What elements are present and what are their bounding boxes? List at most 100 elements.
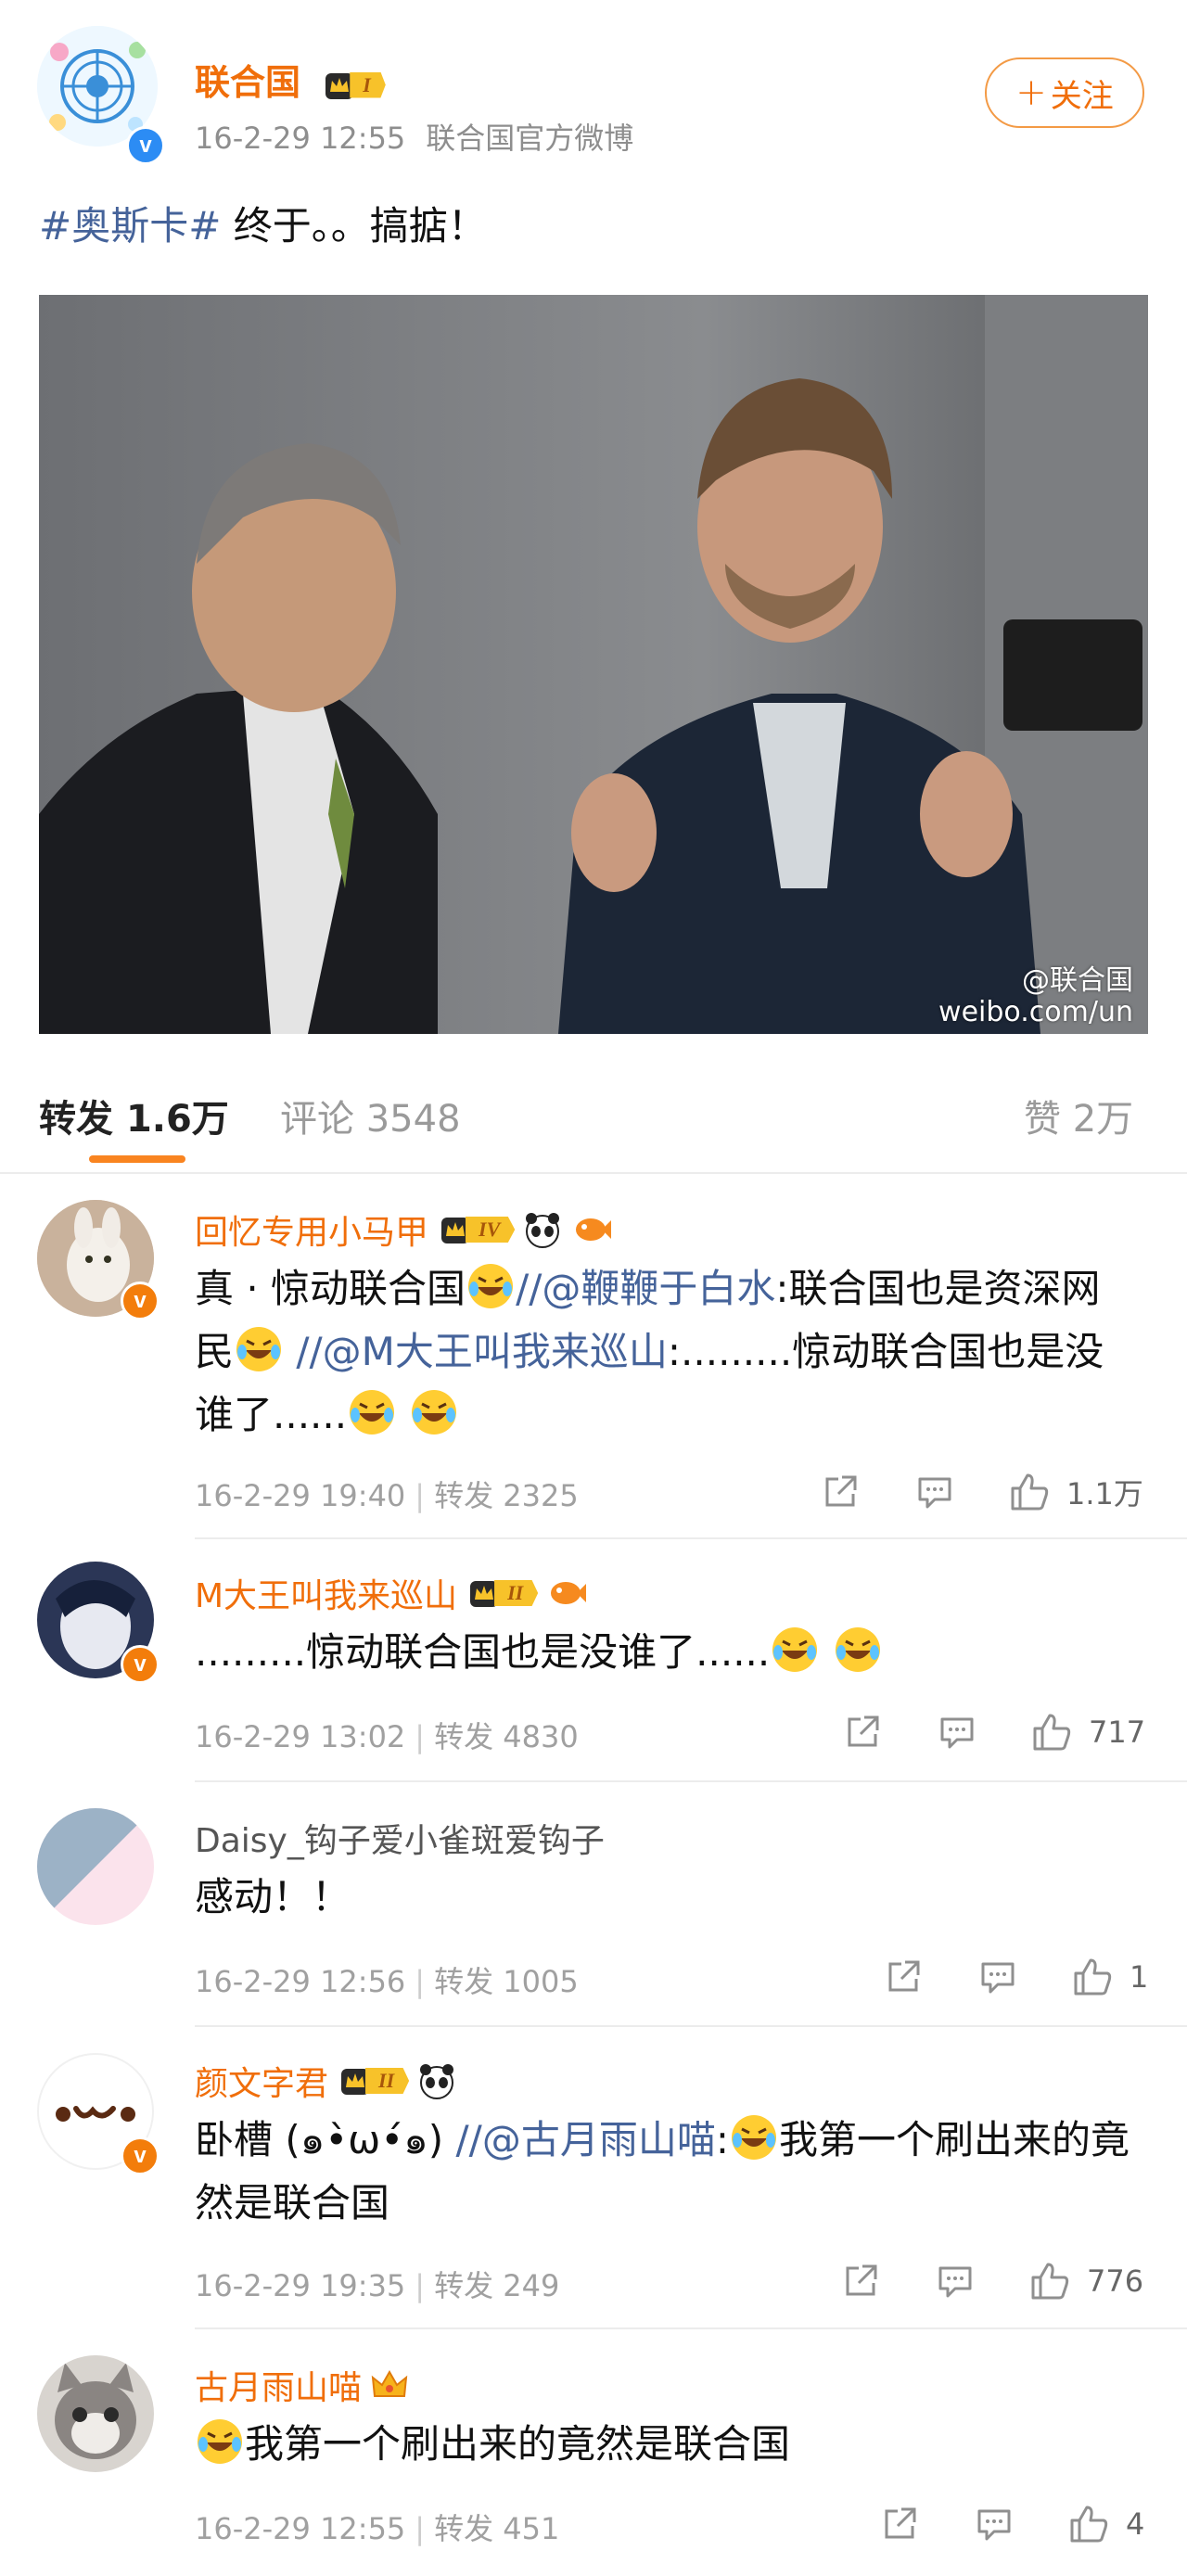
post-author[interactable]: 联合国 I [195, 54, 386, 105]
like-icon[interactable] [1031, 1712, 1072, 1753]
comment-time: 16-2-29 19:35 [195, 2268, 406, 2303]
mention-link[interactable]: //@鞭鞭于白水 [516, 1266, 775, 1311]
mention-link[interactable]: //@古月雨山喵 [456, 2117, 716, 2162]
share-icon[interactable] [883, 1957, 924, 1997]
like-icon[interactable] [1029, 2261, 1070, 2302]
tab-reposts[interactable]: 转发 1.6万 [39, 1089, 229, 1142]
comment-like-count: 1.1万 [1066, 1476, 1143, 1511]
comment-repost-label: 转发 [434, 2511, 494, 2546]
verified-badge-icon: v [121, 1282, 160, 1320]
panda-icon [526, 1213, 560, 1248]
comment-actions: 717 [842, 1712, 1145, 1753]
comment-actions: 1.1万 [820, 1471, 1143, 1513]
comment-icon[interactable] [914, 1472, 955, 1512]
tab-likes-count: 2万 [1072, 1098, 1134, 1141]
like-icon[interactable] [1068, 2504, 1109, 2544]
divider [195, 2025, 1187, 2027]
tab-likes-label: 赞 [1024, 1098, 1061, 1141]
laugh-cry-emoji-icon [835, 1627, 880, 1672]
tab-comments[interactable]: 评论 3548 [280, 1089, 461, 1142]
comment-author-name[interactable]: Daisy_钩子爱小雀斑爱钩子 [195, 1814, 605, 1862]
topic-link[interactable]: #奥斯卡# [39, 203, 221, 249]
comment-icon[interactable] [935, 2261, 976, 2302]
like-icon[interactable] [1009, 1472, 1050, 1512]
crown-icon [371, 2369, 408, 2397]
comment-author[interactable]: 颜文字君 II [195, 2057, 457, 2105]
vip-level: II [365, 2068, 410, 2094]
post-image[interactable]: @联合国 weibo.com/un [39, 295, 1148, 1034]
comment-author[interactable]: Daisy_钩子爱小雀斑爱钩子 [195, 1814, 605, 1862]
follow-button[interactable]: + 关注 [985, 57, 1144, 128]
comment-icon[interactable] [977, 1957, 1018, 1997]
comment-text-part: 我第一个刷出来的竟然是联合国 [245, 2421, 791, 2467]
fish-icon [551, 1582, 587, 1604]
comment-like-count: 776 [1087, 2264, 1144, 2299]
comment-icon[interactable] [937, 1712, 977, 1753]
post-meta: 16-2-29 12:55 联合国官方微博 [195, 115, 633, 158]
comment-meta: 16-2-29 19:40 | 转发 2325 [195, 1478, 579, 1513]
plus-icon: + [1015, 71, 1047, 114]
post-time: 16-2-29 12:55 [195, 121, 406, 156]
vip-level: II [494, 1580, 539, 1606]
comment-repost-label: 转发 [434, 2268, 494, 2303]
tab-reposts-label: 转发 [39, 1098, 113, 1141]
avatar[interactable] [37, 1808, 154, 1925]
comment-meta: 16-2-29 12:56 | 转发 1005 [195, 1964, 579, 1999]
comment-meta: 16-2-29 19:35 | 转发 249 [195, 2268, 560, 2303]
comment-icon[interactable] [974, 2504, 1015, 2544]
divider [195, 1780, 1187, 1782]
comment-actions: 776 [840, 2261, 1143, 2302]
share-icon[interactable] [820, 1472, 861, 1512]
tab-comments-label: 评论 [280, 1098, 354, 1141]
comment-text-part: 卧槽 (๑•̀ω•́๑) [195, 2117, 456, 2162]
post-source: 联合国官方微博 [426, 121, 634, 156]
like-icon[interactable] [1072, 1957, 1113, 1997]
divider [195, 2327, 1187, 2329]
comment-text: 卧槽 (๑•̀ω•́๑) //@古月雨山喵: 我第一个刷出来的竟然是联合国 [195, 2109, 1131, 2235]
comment-text: 我第一个刷出来的竟然是联合国 [195, 2413, 1131, 2476]
vip-badge: IV [440, 1214, 516, 1245]
vip-level: IV [466, 1217, 516, 1243]
vip-badge: I [324, 70, 386, 101]
comment-like-count: 717 [1089, 1715, 1146, 1750]
comment-text-part: .........惊动联合国也是没谁了...... [195, 1629, 771, 1675]
comment-time: 16-2-29 12:55 [195, 2511, 406, 2546]
tab-likes[interactable]: 赞 2万 [1024, 1089, 1133, 1142]
comment-author[interactable]: M大王叫我来巡山 II [195, 1569, 587, 1617]
comment-author-name[interactable]: M大王叫我来巡山 [195, 1569, 457, 1617]
comment-repost-count: 451 [503, 2511, 560, 2546]
comment-author-name[interactable]: 颜文字君 [195, 2057, 328, 2105]
laugh-cry-emoji-icon [468, 1264, 514, 1308]
comment-author[interactable]: 古月雨山喵 [195, 2361, 410, 2409]
panda-icon [420, 2064, 454, 2099]
avatar[interactable] [37, 2355, 154, 2472]
vip-badge: II [468, 1577, 539, 1609]
comment-repost-label: 转发 [434, 1964, 494, 1999]
comment-text-part: : [715, 2117, 729, 2162]
post-tabs: 转发 1.6万 评论 3548 赞 2万 [0, 1076, 1187, 1174]
comment-author-name[interactable]: 古月雨山喵 [195, 2361, 362, 2409]
author-name[interactable]: 联合国 [195, 62, 300, 103]
comment-time: 16-2-29 19:40 [195, 1478, 406, 1513]
verified-badge-icon: v [121, 2136, 160, 2175]
comment-repost-count: 2325 [503, 1478, 579, 1513]
comment-text: 感动！！ [195, 1866, 1131, 1929]
verified-badge-icon: v [121, 1645, 160, 1684]
comment-repost-label: 转发 [434, 1478, 494, 1513]
comment-repost-count: 1005 [503, 1964, 579, 1999]
share-icon[interactable] [842, 1712, 883, 1753]
comment-like-count: 4 [1126, 2506, 1145, 2542]
watermark-user: @联合国 [1022, 964, 1133, 997]
comment-meta: 16-2-29 13:02 | 转发 4830 [195, 1719, 579, 1754]
share-icon[interactable] [879, 2504, 920, 2544]
comment-actions: 1 [883, 1957, 1148, 1997]
mention-link[interactable]: //@M大王叫我来巡山 [284, 1329, 668, 1374]
comment-author-name[interactable]: 回忆专用小马甲 [195, 1205, 428, 1254]
share-icon[interactable] [840, 2261, 881, 2302]
comment-repost-count: 4830 [503, 1719, 579, 1754]
comment-time: 16-2-29 12:56 [195, 1964, 406, 1999]
laugh-cry-emoji-icon [731, 2115, 776, 2160]
comment-text: .........惊动联合国也是没谁了...... [195, 1621, 1131, 1684]
fish-icon [576, 1218, 612, 1241]
comment-author[interactable]: 回忆专用小马甲 IV [195, 1205, 612, 1254]
